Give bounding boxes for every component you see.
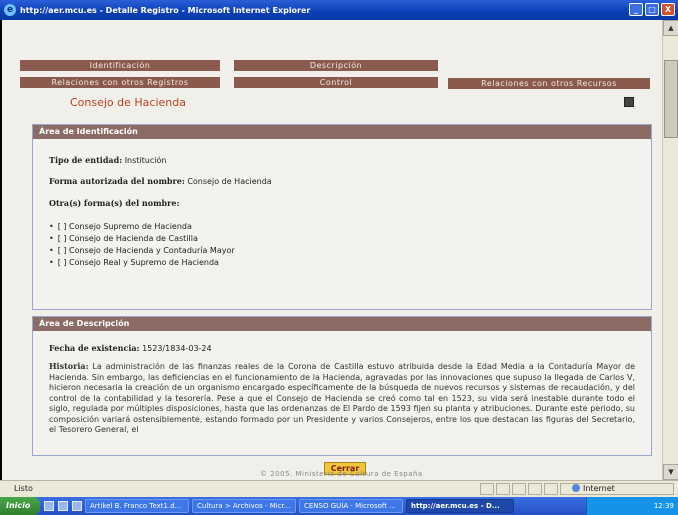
zone-text: Internet bbox=[583, 484, 615, 493]
scroll-up-icon[interactable]: ▲ bbox=[663, 20, 678, 36]
descripcion-heading: Área de Descripción bbox=[33, 317, 651, 331]
tab-relaciones-recursos[interactable]: Relaciones con otros Recursos bbox=[448, 78, 650, 89]
tab-control[interactable]: Control bbox=[234, 77, 438, 88]
page-title: Consejo de Hacienda bbox=[70, 96, 186, 109]
descripcion-section: Área de Descripción Fecha de existencia:… bbox=[32, 316, 652, 456]
historia-text: La administración de las finanzas reales… bbox=[49, 362, 636, 434]
globe-icon bbox=[572, 484, 580, 492]
tab-relaciones-registros[interactable]: Relaciones con otros Registros bbox=[20, 77, 220, 88]
identificacion-heading: Área de Identificación bbox=[33, 125, 651, 139]
fecha-existencia-label: Fecha de existencia: bbox=[49, 343, 140, 353]
minimize-button[interactable]: _ bbox=[629, 3, 643, 16]
tipo-entidad-field: Tipo de entidad: Institución bbox=[49, 155, 166, 165]
scrollbar-thumb[interactable] bbox=[664, 60, 678, 138]
clock: 12:39 bbox=[653, 502, 674, 510]
window-title: http://aer.mcu.es - Detalle Registro - M… bbox=[20, 5, 311, 15]
zone-label: Internet bbox=[572, 484, 615, 493]
list-item[interactable]: [ ] Consejo Supremo de Hacienda bbox=[49, 221, 235, 233]
forma-autorizada-field: Forma autorizada del nombre: Consejo de … bbox=[49, 176, 272, 186]
taskbar-item-active[interactable]: http://aer.mcu.es - D... bbox=[406, 499, 514, 513]
browser-viewport: Identificación Descripción Relaciones co… bbox=[2, 20, 678, 480]
system-tray: 12:39 bbox=[586, 497, 678, 515]
taskbar: Inicio Artikel B. Franco Text1.d... Cult… bbox=[0, 497, 678, 515]
status-pane bbox=[480, 483, 494, 495]
tab-descripcion[interactable]: Descripción bbox=[234, 60, 438, 71]
page-footer: © 2005. Ministerio de Cultura de España bbox=[260, 470, 423, 478]
taskbar-item[interactable]: Cultura > Archivos - Micr... bbox=[192, 499, 296, 513]
fecha-existencia-field: Fecha de existencia: 1523/1834-03-24 bbox=[49, 343, 212, 353]
historia-field: Historia: La administración de las finan… bbox=[49, 361, 635, 436]
list-item[interactable]: [ ] Consejo de Hacienda y Contaduría May… bbox=[49, 245, 235, 257]
tab-identificacion[interactable]: Identificación bbox=[20, 60, 220, 71]
page-content: Identificación Descripción Relaciones co… bbox=[2, 20, 662, 480]
list-item[interactable]: [ ] Consejo Real y Supremo de Hacienda bbox=[49, 257, 235, 269]
quicklaunch-media-icon[interactable] bbox=[72, 501, 82, 511]
close-button[interactable]: X bbox=[661, 3, 675, 16]
tipo-entidad-label: Tipo de entidad: bbox=[49, 155, 123, 165]
status-pane bbox=[544, 483, 558, 495]
identificacion-section: Área de Identificación Tipo de entidad: … bbox=[32, 124, 652, 310]
forma-autorizada-label: Forma autorizada del nombre: bbox=[49, 176, 185, 186]
fecha-existencia-value: 1523/1834-03-24 bbox=[142, 344, 212, 353]
vertical-scrollbar[interactable]: ▲ ▼ bbox=[662, 20, 678, 480]
otras-formas-label: Otra(s) forma(s) del nombre: bbox=[49, 198, 180, 208]
status-bar: Listo Internet bbox=[0, 480, 678, 497]
historia-label: Historia: bbox=[49, 361, 89, 371]
start-button[interactable]: Inicio bbox=[0, 497, 40, 515]
taskbar-item[interactable]: Artikel B. Franco Text1.d... bbox=[85, 499, 189, 513]
list-item[interactable]: [ ] Consejo de Hacienda de Castilla bbox=[49, 233, 235, 245]
forma-autorizada-value: Consejo de Hacienda bbox=[187, 177, 272, 186]
quicklaunch-desktop-icon[interactable] bbox=[44, 501, 54, 511]
status-text: Listo bbox=[14, 484, 33, 493]
tipo-entidad-value: Institución bbox=[124, 156, 167, 165]
status-pane bbox=[496, 483, 510, 495]
window-controls: _ □ X bbox=[629, 3, 675, 16]
scroll-down-icon[interactable]: ▼ bbox=[663, 464, 678, 480]
status-pane bbox=[528, 483, 542, 495]
print-icon[interactable] bbox=[624, 97, 634, 107]
quicklaunch-browser-icon[interactable] bbox=[58, 501, 68, 511]
window-titlebar: e http://aer.mcu.es - Detalle Registro -… bbox=[0, 0, 678, 20]
internet-explorer-icon: e bbox=[4, 4, 16, 16]
otras-formas-field: Otra(s) forma(s) del nombre: bbox=[49, 198, 179, 208]
taskbar-item[interactable]: CENSO GUÍA - Microsoft ... bbox=[299, 499, 403, 513]
otras-formas-list: [ ] Consejo Supremo de Hacienda [ ] Cons… bbox=[49, 221, 235, 269]
maximize-button[interactable]: □ bbox=[645, 3, 659, 16]
status-pane bbox=[512, 483, 526, 495]
